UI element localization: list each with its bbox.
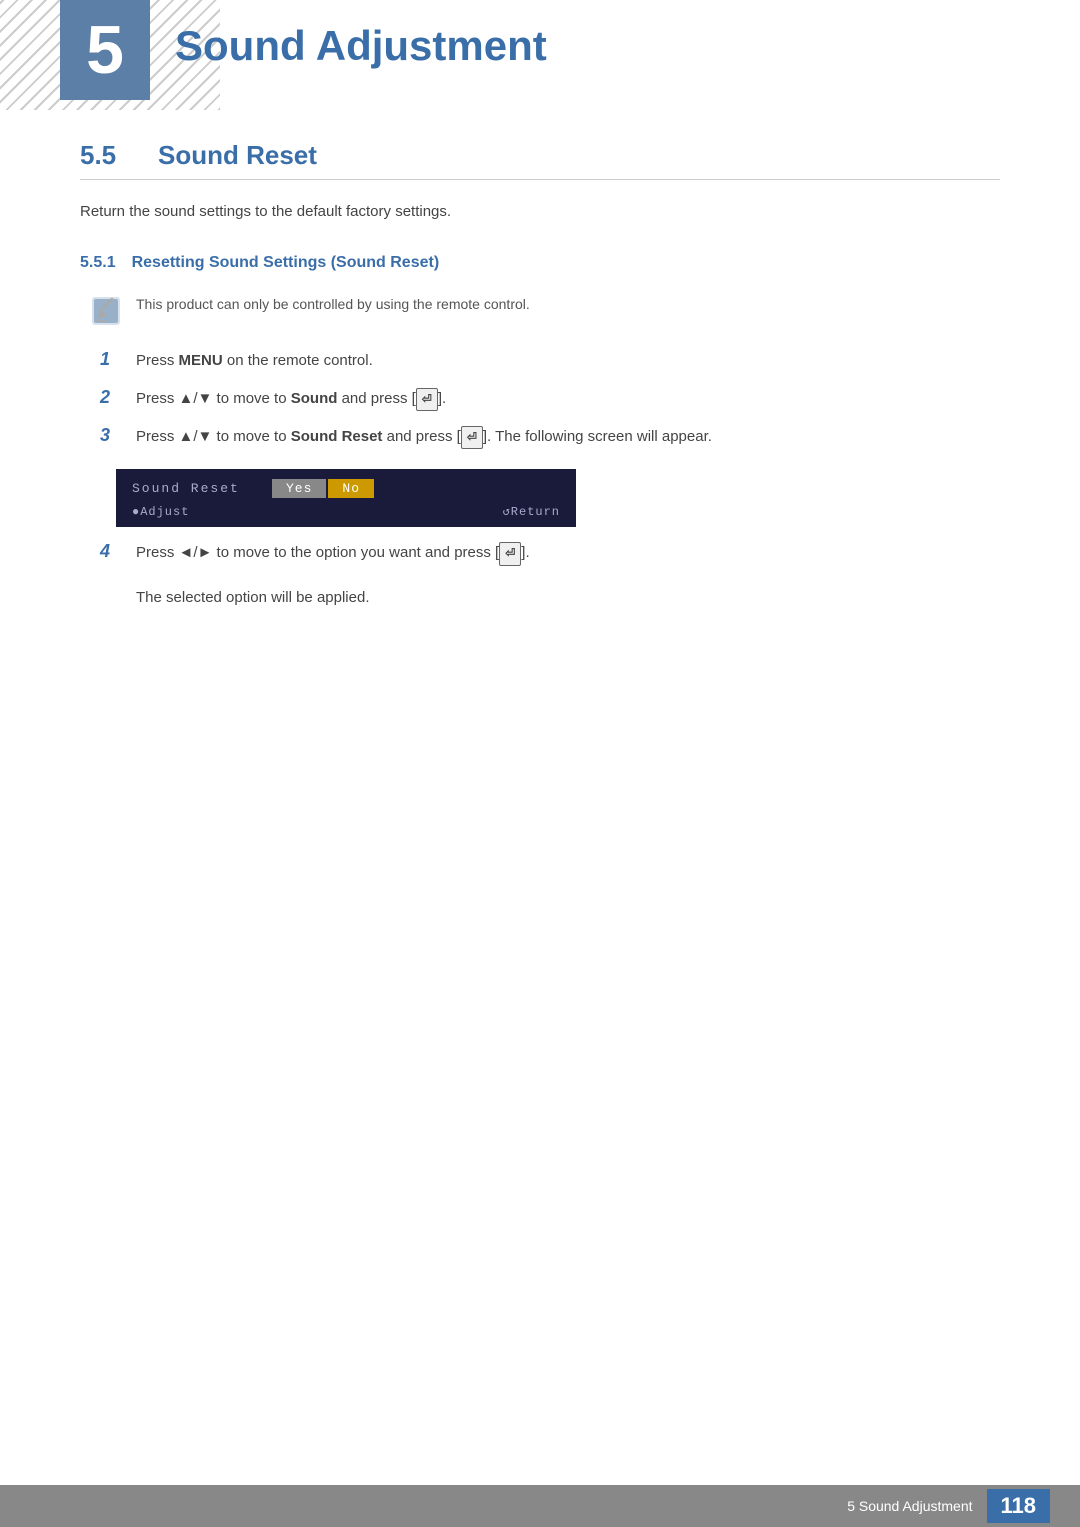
note-text: This product can only be controlled by u… xyxy=(136,294,530,315)
step-3-keyword: Sound Reset xyxy=(291,428,383,445)
subsection-number: 5.5.1 xyxy=(80,254,116,271)
step-4-number: 4 xyxy=(100,541,120,562)
screen-container: Sound Reset Yes No ●Adjust ↺Return xyxy=(116,469,576,527)
step-4-continuation: The selected option will be applied. xyxy=(80,586,1000,610)
page-footer: 5 Sound Adjustment 118 xyxy=(0,1485,1080,1527)
chapter-number: 5 xyxy=(86,16,124,84)
note-icon xyxy=(90,295,122,327)
step-3-key: ⏎ xyxy=(461,426,483,449)
step-4-key: ⏎ xyxy=(499,542,521,565)
step-1-text: Press MENU on the remote control. xyxy=(136,349,373,373)
section-number: 5.5 xyxy=(80,140,140,171)
step-2: 2 Press ▲/▼ to move to Sound and press [… xyxy=(80,387,1000,411)
screen-label: Sound Reset xyxy=(132,481,272,496)
subsection-title: Resetting Sound Settings (Sound Reset) xyxy=(132,254,440,271)
screen-return-label: ↺Return xyxy=(503,504,560,519)
screen-yes-option: Yes xyxy=(272,479,326,498)
screen-no-option: No xyxy=(328,479,374,498)
screen-sub-row: ●Adjust ↺Return xyxy=(132,504,560,519)
step-4: 4 Press ◄/► to move to the option you wa… xyxy=(80,541,1000,565)
screen-adjust-label: ●Adjust xyxy=(132,505,189,519)
step-1-keyword: MENU xyxy=(179,352,223,369)
footer-page-number: 118 xyxy=(987,1489,1051,1523)
section-title: Sound Reset xyxy=(158,140,317,171)
section-heading: 5.5 Sound Reset xyxy=(80,140,1000,180)
chapter-title: Sound Adjustment xyxy=(175,22,547,70)
main-content: 5.5 Sound Reset Return the sound setting… xyxy=(0,140,1080,610)
step-2-text: Press ▲/▼ to move to Sound and press [⏎]… xyxy=(136,387,446,411)
subsection-heading: 5.5.1 Resetting Sound Settings (Sound Res… xyxy=(80,254,1000,272)
step-3-number: 3 xyxy=(100,425,120,446)
step-3-text: Press ▲/▼ to move to Sound Reset and pre… xyxy=(136,425,712,449)
screen-ui: Sound Reset Yes No ●Adjust ↺Return xyxy=(116,469,576,527)
chapter-number-block: 5 xyxy=(60,0,150,100)
section-description: Return the sound settings to the default… xyxy=(80,200,1000,224)
step-2-key: ⏎ xyxy=(416,388,438,411)
steps-list-4: 4 Press ◄/► to move to the option you wa… xyxy=(80,541,1000,565)
step-2-keyword: Sound xyxy=(291,390,338,407)
screen-main-row: Sound Reset Yes No xyxy=(132,479,560,498)
step-3: 3 Press ▲/▼ to move to Sound Reset and p… xyxy=(80,425,1000,449)
step-1-number: 1 xyxy=(100,349,120,370)
footer-text: 5 Sound Adjustment xyxy=(847,1498,972,1514)
step-4-text: Press ◄/► to move to the option you want… xyxy=(136,541,530,565)
step-1: 1 Press MENU on the remote control. xyxy=(80,349,1000,373)
step-2-number: 2 xyxy=(100,387,120,408)
page-header: 5 Sound Adjustment xyxy=(0,0,1080,110)
note-box: This product can only be controlled by u… xyxy=(80,294,1000,327)
steps-list: 1 Press MENU on the remote control. 2 Pr… xyxy=(80,349,1000,449)
